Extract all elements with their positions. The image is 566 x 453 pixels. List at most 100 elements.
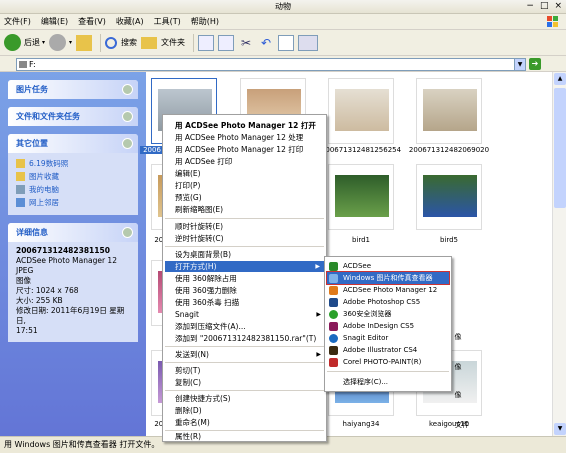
undo-icon[interactable]: ↶ (258, 35, 274, 51)
submenu-item-acdsee-pm12[interactable]: ACDSee Photo Manager 12 (327, 284, 449, 296)
submenu-item-snagit-editor[interactable]: Snagit Editor (327, 332, 449, 344)
task-pane: 图片任务 文件和文件夹任务 其它位置 6.19数码照 图片收藏 我的电脑 网上邻… (0, 72, 146, 436)
folders-label: 文件夹 (161, 38, 186, 47)
photoshop-icon (329, 298, 338, 307)
menu-item-rotate-cw[interactable]: 顺时针旋转(E) (175, 221, 223, 232)
menu-item-360-delete[interactable]: 使用 360强力删除 (175, 285, 237, 296)
details-filename: 200671312482381150 (16, 246, 110, 255)
other-place-item[interactable]: 图片收藏 (16, 170, 130, 183)
menu-item-rotate-ccw[interactable]: 逆时针旋转(C) (175, 233, 224, 244)
menu-item-preview[interactable]: 预览(G) (175, 192, 202, 203)
windows-viewer-icon (329, 274, 338, 283)
other-place-item[interactable]: 网上邻居 (16, 196, 130, 209)
menu-item-add-to-archive[interactable]: 添加到压缩文件(A)... (175, 321, 246, 332)
address-dropdown-icon[interactable]: ▼ (514, 59, 525, 70)
menu-item-print[interactable]: 打印(P) (175, 180, 200, 191)
menu-item-rename[interactable]: 重命名(M) (175, 417, 210, 428)
menu-file[interactable]: 文件(F) (4, 16, 31, 27)
menu-item-send-to[interactable]: 发送到(N) ▶ (175, 349, 325, 360)
up-folder-icon[interactable] (76, 34, 93, 51)
forward-button[interactable]: ▾ (49, 34, 72, 51)
menu-item-properties[interactable]: 属性(R) (175, 431, 201, 442)
submenu-item-corel[interactable]: Corel PHOTO-PAINT(R) (327, 356, 449, 368)
address-input[interactable]: F: ▼ (16, 58, 526, 71)
menu-tools[interactable]: 工具(T) (154, 16, 181, 27)
menu-item-acdsee-process[interactable]: 用 ACDSee Photo Manager 12 处理 (175, 132, 303, 143)
back-arrow-icon (4, 34, 21, 51)
thumbnail-item[interactable] (416, 78, 482, 144)
menu-item-acdsee-print2[interactable]: 用 ACDSee 打印 (175, 156, 232, 167)
vertical-scrollbar[interactable]: ▲ ▼ (552, 72, 566, 436)
copy-to-icon[interactable] (198, 34, 215, 51)
menu-item-acdsee-open[interactable]: 用 ACDSee Photo Manager 12 打开 (175, 120, 316, 131)
back-button[interactable]: 后退 ▾ (4, 34, 45, 51)
move-to-icon[interactable] (218, 34, 235, 51)
menu-view[interactable]: 查看(V) (78, 16, 106, 27)
picture-tasks-header[interactable]: 图片任务 (8, 80, 138, 99)
file-tasks-header[interactable]: 文件和文件夹任务 (8, 107, 138, 126)
windows-logo-icon (547, 16, 558, 27)
menu-item-add-to-rar[interactable]: 添加到 "200671312482381150.rar"(T) (175, 333, 316, 344)
thumbnail-caption: 2006 (140, 146, 164, 154)
go-button[interactable]: ➔ (529, 58, 541, 70)
image-thumbnail (335, 89, 389, 131)
thumbnail-caption: keaigous10 (428, 420, 470, 428)
menu-item-open-with[interactable]: 打开方式(H) ▶ (165, 261, 324, 272)
menu-item-set-wallpaper[interactable]: 设为桌面背景(B) (175, 249, 231, 260)
scroll-thumb[interactable] (554, 88, 566, 208)
search-button[interactable]: 搜索 (105, 36, 137, 49)
thumbnail-item[interactable] (328, 164, 394, 230)
menu-separator (165, 362, 324, 363)
menu-item-cut[interactable]: 剪切(T) (175, 365, 200, 376)
menu-favorites[interactable]: 收藏(A) (116, 16, 144, 27)
snagit-icon (329, 334, 338, 343)
submenu-item-windows-viewer[interactable]: Windows 图片和传真查看器 (326, 271, 450, 285)
details-modified-cont: 17:51 (16, 326, 38, 335)
submenu-item-choose-program[interactable]: 选择程序(C)... (327, 376, 449, 388)
menu-item-360-unlock[interactable]: 使用 360解除占用 (175, 273, 237, 284)
collapse-chevron-icon[interactable] (122, 138, 133, 149)
menu-item-edit[interactable]: 编辑(E) (175, 168, 201, 179)
cut-icon[interactable]: ✂ (238, 35, 254, 51)
thumbnail-item[interactable] (328, 78, 394, 144)
menu-item-copy[interactable]: 复制(C) (175, 377, 201, 388)
expand-chevron-icon[interactable] (122, 84, 133, 95)
address-bar: F: ▼ ➔ (0, 56, 566, 72)
submenu-item-indesign[interactable]: Adobe InDesign CS5 (327, 320, 449, 332)
scroll-up-icon[interactable]: ▲ (554, 73, 566, 85)
maximize-button[interactable]: □ (540, 1, 549, 11)
menu-item-acdsee-print[interactable]: 用 ACDSee Photo Manager 12 打印 (175, 144, 303, 155)
thumbnail-caption: 文件 (455, 421, 469, 429)
other-place-item[interactable]: 6.19数码照 (16, 157, 130, 170)
other-place-item[interactable]: 我的电脑 (16, 183, 130, 196)
submenu-item-illustrator[interactable]: Adobe Illustrator CS4 (327, 344, 449, 356)
other-places-header[interactable]: 其它位置 (8, 134, 138, 153)
menu-item-create-shortcut[interactable]: 创建快捷方式(S) (175, 393, 231, 404)
menu-edit[interactable]: 编辑(E) (41, 16, 68, 27)
menu-help[interactable]: 帮助(H) (191, 16, 219, 27)
window-title: 动物 (275, 2, 291, 11)
submenu-item-photoshop[interactable]: Adobe Photoshop CS5 (327, 296, 449, 308)
expand-chevron-icon[interactable] (122, 111, 133, 122)
thumbnail-item[interactable] (416, 164, 482, 230)
views-icon[interactable] (298, 34, 319, 51)
properties-icon[interactable] (278, 34, 295, 51)
menu-item-delete[interactable]: 删除(D) (175, 405, 202, 416)
scroll-down-icon[interactable]: ▼ (554, 423, 566, 435)
submenu-item-acdsee[interactable]: ACDSee (327, 260, 449, 272)
menu-bar: 文件(F) 编辑(E) 查看(V) 收藏(A) 工具(T) 帮助(H) (0, 14, 566, 30)
menu-item-refresh-thumbnail[interactable]: 刷新缩略图(E) (175, 204, 223, 215)
menu-item-360-scan[interactable]: 使用 360杀毒 扫描 (175, 297, 239, 308)
close-button[interactable]: × (554, 1, 562, 11)
menu-item-snagit[interactable]: Snagit ▶ (175, 309, 325, 320)
context-menu: 用 ACDSee Photo Manager 12 打开 用 ACDSee Ph… (162, 114, 327, 442)
folders-button[interactable]: 文件夹 (141, 36, 186, 49)
picture-tasks-title: 图片任务 (16, 85, 48, 94)
submenu-item-360-browser[interactable]: 360安全浏览器 (327, 308, 449, 320)
thumbnail-caption: haiyang34 (342, 420, 380, 428)
menu-separator (165, 390, 324, 391)
folder-icon (16, 159, 25, 168)
submenu-arrow-icon: ▶ (316, 351, 321, 358)
thumbnail-caption: 200671312482069020 (408, 146, 490, 154)
minimize-button[interactable]: − (526, 1, 534, 11)
